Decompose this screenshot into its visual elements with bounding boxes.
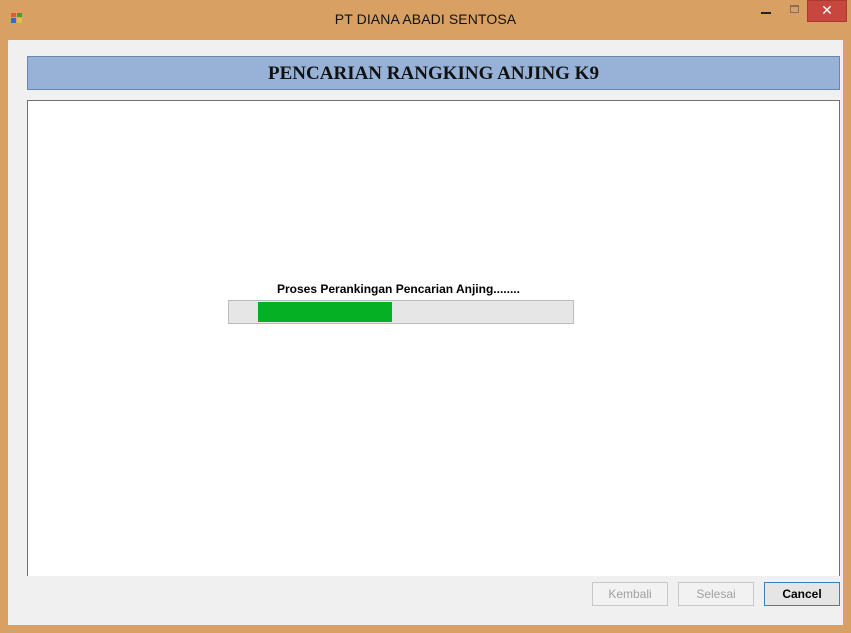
- progress-bar: [228, 300, 574, 324]
- close-button[interactable]: ✕: [807, 0, 847, 22]
- maximize-icon: [790, 5, 799, 13]
- cancel-button[interactable]: Cancel: [764, 582, 840, 606]
- minimize-button[interactable]: [752, 0, 780, 22]
- finish-button[interactable]: Selesai: [678, 582, 754, 606]
- window-title: PT DIANA ABADI SENTOSA: [334, 11, 517, 27]
- maximize-button[interactable]: [782, 0, 808, 22]
- progress-fill: [258, 302, 392, 322]
- header-band: PENCARIAN RANGKING ANJING K9: [27, 56, 840, 90]
- content-panel: Proses Perankingan Pencarian Anjing.....…: [27, 100, 840, 613]
- client-area: PENCARIAN RANGKING ANJING K9 Proses Pera…: [8, 40, 843, 625]
- app-window: PT DIANA ABADI SENTOSA ✕ PENCARIAN RANGK…: [0, 0, 851, 633]
- minimize-icon: [761, 12, 771, 14]
- close-icon: ✕: [821, 3, 833, 19]
- progress-label: Proses Perankingan Pencarian Anjing.....…: [277, 282, 520, 296]
- back-button[interactable]: Kembali: [592, 582, 668, 606]
- page-title: PENCARIAN RANGKING ANJING K9: [268, 63, 599, 84]
- title-bar[interactable]: PT DIANA ABADI SENTOSA ✕: [0, 0, 851, 40]
